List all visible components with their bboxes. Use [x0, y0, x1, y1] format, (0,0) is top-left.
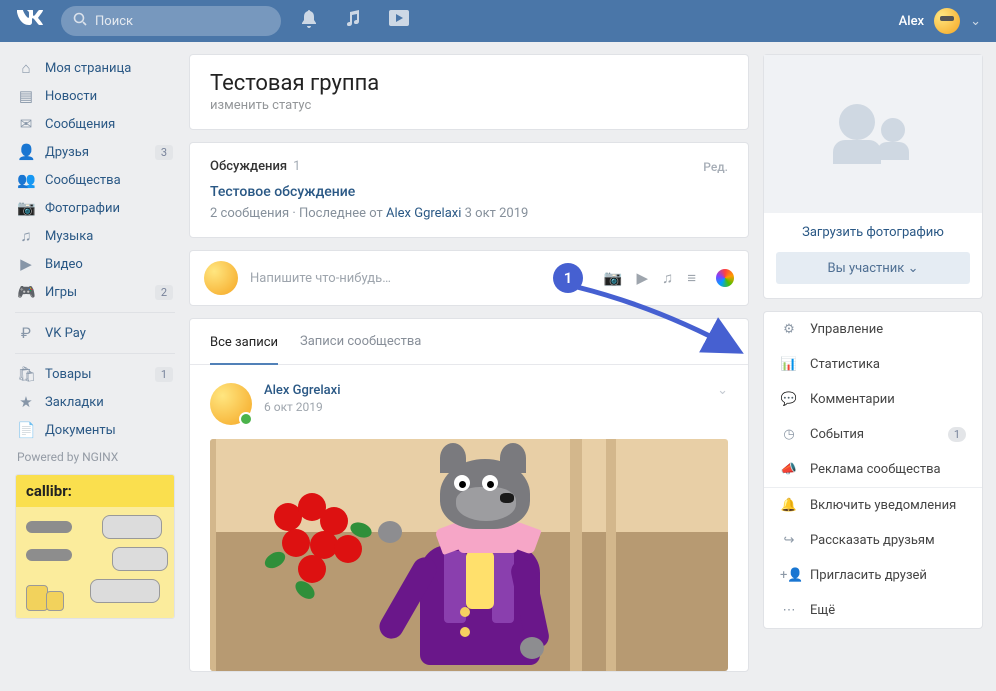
- bell-icon: 🔔: [780, 498, 798, 513]
- video-play-icon[interactable]: [389, 10, 409, 32]
- home-icon: ⌂: [17, 59, 35, 77]
- nav-news[interactable]: ▤Новости: [15, 82, 175, 110]
- last-author[interactable]: Alex Ggrelaxi: [386, 206, 461, 221]
- search-placeholder: Поиск: [95, 14, 133, 29]
- upload-photo-link[interactable]: Загрузить фотографию: [764, 213, 982, 252]
- group-header-card: Тестовая группа изменить статус: [189, 54, 749, 130]
- people-icon: [833, 104, 913, 164]
- note-icon: ♫: [17, 227, 35, 245]
- friends-count: 3: [155, 145, 173, 160]
- more-icon: ⋯: [780, 603, 798, 618]
- menu-share[interactable]: ↪Рассказать друзьям: [764, 523, 982, 558]
- menu-invite[interactable]: +👤Пригласить друзей: [764, 558, 982, 593]
- nav-music[interactable]: ♫Музыка: [15, 222, 175, 250]
- composer-avatar: [204, 261, 238, 295]
- discussions-edit[interactable]: Ред.: [703, 160, 728, 174]
- tab-all-posts[interactable]: Все записи: [210, 320, 278, 365]
- nav-bookmarks[interactable]: ★Закладки: [15, 388, 175, 416]
- tab-community-posts[interactable]: Записи сообщества: [300, 319, 421, 364]
- poll-attach-icon[interactable]: ≡: [687, 269, 696, 287]
- chevron-down-icon[interactable]: ⌄: [970, 14, 981, 29]
- invite-icon: +👤: [780, 568, 798, 583]
- share-icon: ↪: [780, 533, 798, 548]
- bag-icon: 🛍: [17, 365, 35, 383]
- post-avatar[interactable]: [210, 383, 252, 425]
- communities-icon: 👥: [17, 171, 35, 189]
- nav-photos[interactable]: 📷Фотографии: [15, 194, 175, 222]
- nav-my-page[interactable]: ⌂Моя страница: [15, 54, 175, 82]
- nav-communities[interactable]: 👥Сообщества: [15, 166, 175, 194]
- menu-comments[interactable]: 💬Комментарии: [764, 382, 982, 417]
- messages-icon: ✉: [17, 115, 35, 133]
- video-attach-icon[interactable]: ▶: [636, 269, 648, 287]
- menu-events[interactable]: ◷События1: [764, 417, 982, 452]
- games-icon: 🎮: [17, 283, 35, 301]
- wall-search-icon[interactable]: [712, 332, 728, 352]
- composer-placeholder[interactable]: Напишите что-нибудь…: [250, 271, 592, 286]
- gear-icon: ⚙: [780, 322, 798, 337]
- discussion-meta: 2 сообщения · Последнее от Alex Ggrelaxi…: [210, 206, 728, 221]
- ruble-icon: ₽: [17, 324, 35, 342]
- ad-image: [16, 507, 174, 619]
- management-menu: ⚙Управление 📊Статистика 💬Комментарии ◷Со…: [763, 311, 983, 629]
- chevron-down-icon: ⌄: [908, 261, 919, 276]
- membership-button[interactable]: Вы участник ⌄: [776, 252, 970, 284]
- menu-ads[interactable]: 📣Реклама сообщества: [764, 452, 982, 487]
- friends-icon: 👤: [17, 143, 35, 161]
- search-box[interactable]: Поиск: [61, 6, 281, 36]
- post-menu-icon[interactable]: ⌄: [717, 383, 728, 425]
- notifications-icon[interactable]: [301, 10, 317, 32]
- menu-more[interactable]: ⋯Ещё: [764, 593, 982, 628]
- menu-notify[interactable]: 🔔Включить уведомления: [764, 488, 982, 523]
- music-icon[interactable]: [345, 10, 361, 32]
- megaphone-icon: 📣: [780, 462, 798, 477]
- post-date: 6 окт 2019: [264, 400, 341, 414]
- games-count: 2: [155, 285, 173, 300]
- camera-icon: 📷: [17, 199, 35, 217]
- discussions-heading[interactable]: Обсуждения: [210, 159, 287, 174]
- powered-by: Powered by NGINX: [17, 450, 175, 464]
- topbar: Поиск Alex ⌄: [0, 0, 996, 42]
- nav-goods[interactable]: 🛍Товары1: [15, 360, 175, 388]
- nav-games[interactable]: 🎮Игры2: [15, 278, 175, 306]
- star-icon: ★: [17, 393, 35, 411]
- left-nav: ⌂Моя страница ▤Новости ✉Сообщения 👤Друзь…: [15, 54, 175, 684]
- comment-icon: 💬: [780, 392, 798, 407]
- change-status[interactable]: изменить статус: [210, 98, 728, 113]
- file-icon: 📄: [17, 421, 35, 439]
- stats-icon: 📊: [780, 357, 798, 372]
- discussion-topic[interactable]: Тестовое обсуждение: [210, 184, 728, 200]
- nav-friends[interactable]: 👤Друзья3: [15, 138, 175, 166]
- ad-block[interactable]: callibr:: [15, 474, 175, 619]
- clock-icon: ◷: [780, 427, 798, 442]
- nav-video[interactable]: ▶Видео: [15, 250, 175, 278]
- post-author[interactable]: Alex Ggrelaxi: [264, 383, 341, 398]
- photo-attach-icon[interactable]: 📷: [604, 269, 623, 287]
- discussions-count: 1: [293, 159, 300, 174]
- nav-documents[interactable]: 📄Документы: [15, 416, 175, 444]
- goods-count: 1: [155, 367, 173, 382]
- wall-card: Все записи Записи сообщества Alex Ggrela…: [189, 318, 749, 672]
- photo-placeholder[interactable]: [764, 55, 982, 213]
- avatar[interactable]: [934, 8, 960, 34]
- nav-messages[interactable]: ✉Сообщения: [15, 110, 175, 138]
- film-icon: ▶: [17, 255, 35, 273]
- post-image[interactable]: [210, 439, 728, 671]
- vk-logo[interactable]: [15, 9, 43, 34]
- photo-card: Загрузить фотографию Вы участник ⌄: [763, 54, 983, 299]
- username[interactable]: Alex: [899, 14, 924, 29]
- new-post-card[interactable]: Напишите что-нибудь… 📷 ▶ ♫ ≡: [189, 250, 749, 306]
- group-title: Тестовая группа: [210, 71, 728, 96]
- news-icon: ▤: [17, 87, 35, 105]
- discussions-card: Обсуждения 1 Ред. Тестовое обсуждение 2 …: [189, 142, 749, 238]
- music-attach-icon[interactable]: ♫: [662, 269, 673, 287]
- nav-vkpay[interactable]: ₽VK Pay: [15, 319, 175, 347]
- ad-title: callibr:: [16, 475, 174, 507]
- menu-manage[interactable]: ⚙Управление: [764, 312, 982, 347]
- more-attach-icon[interactable]: [716, 269, 734, 287]
- search-icon: [73, 12, 87, 30]
- events-badge: 1: [948, 427, 966, 442]
- menu-stats[interactable]: 📊Статистика: [764, 347, 982, 382]
